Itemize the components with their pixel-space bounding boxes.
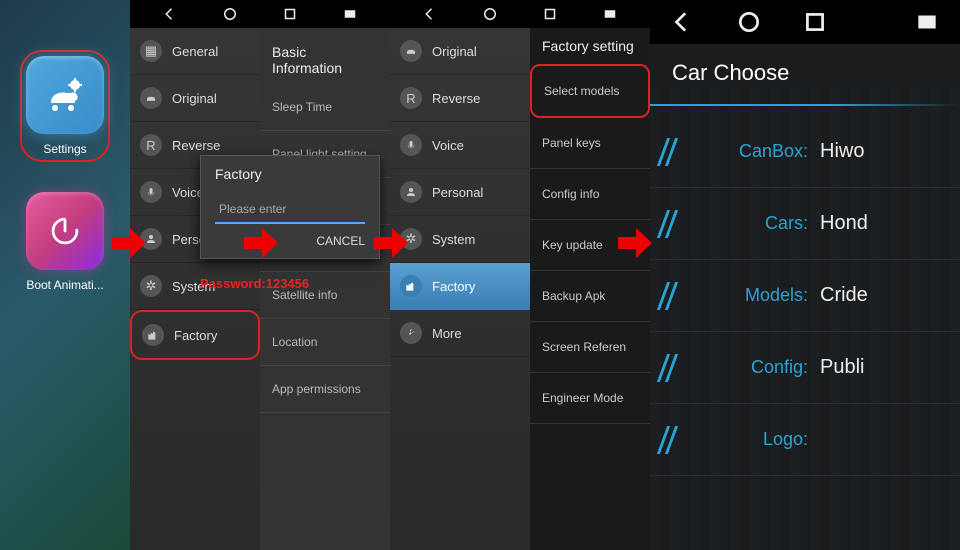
settings-panel-1: ▦General Original RReverse Voice Persona…: [130, 0, 390, 550]
menu-label: Reverse: [172, 138, 220, 153]
settings-app-label: Settings: [43, 142, 86, 156]
row-key: CanBox:: [698, 141, 808, 162]
row-key: Config:: [698, 357, 808, 378]
row-panel-keys[interactable]: Panel keys: [530, 118, 650, 169]
row-screen-reference[interactable]: Screen Referen: [530, 322, 650, 373]
back-icon[interactable]: [161, 5, 179, 23]
settings-sidebar: Original RReverse Voice Personal ✲System…: [390, 28, 530, 550]
recent-icon[interactable]: [541, 5, 559, 23]
reverse-icon: R: [140, 134, 162, 156]
menu-label: Voice: [432, 138, 464, 153]
car-icon: [140, 87, 162, 109]
menu-label: System: [432, 232, 475, 247]
menu-label: More: [432, 326, 462, 341]
boot-animation-icon: [26, 192, 104, 270]
home-icon[interactable]: [736, 9, 762, 35]
row-key: Logo:: [698, 429, 808, 450]
factory-icon: [400, 275, 422, 297]
person-icon: [400, 181, 422, 203]
menu-label: Personal: [432, 185, 483, 200]
row-select-models[interactable]: Select models: [530, 64, 650, 118]
gear-icon: ✲: [140, 275, 162, 297]
reverse-icon: R: [400, 87, 422, 109]
menu-label: Original: [172, 91, 217, 106]
sidebar-item-reverse[interactable]: R Reverse: [390, 75, 530, 122]
android-navbar: [390, 0, 650, 28]
launcher-panel: Settings Boot Animati...: [0, 0, 130, 550]
row-value: Hond: [820, 212, 868, 235]
settings-app-icon: [26, 56, 104, 134]
row-key: Cars:: [698, 213, 808, 234]
car-choose-list: CanBox: Hiwo Cars: Hond Models: Cride Confi…: [650, 116, 960, 476]
settings-panel-2: Original RReverse Voice Personal ✲System…: [390, 0, 650, 550]
general-icon: ▦: [140, 40, 162, 62]
sidebar-item-personal[interactable]: Personal: [390, 169, 530, 216]
step-arrow-4: [614, 222, 656, 269]
sidebar-item-voice[interactable]: Voice: [390, 122, 530, 169]
factory-icon: [142, 324, 164, 346]
password-hint-overlay: Password:123456: [200, 276, 309, 291]
wrench-icon: [400, 322, 422, 344]
back-icon[interactable]: [421, 5, 439, 23]
cancel-button[interactable]: CANCEL: [316, 234, 365, 248]
sidebar-item-factory[interactable]: Factory: [130, 310, 260, 360]
step-arrow-1: [108, 222, 150, 269]
basic-info-header: Basic Information: [260, 36, 390, 84]
step-arrow-3: [370, 222, 412, 269]
car-icon: [400, 40, 422, 62]
car-choose-panel: Car Choose CanBox:Hiwo Cars:Hond Models:…: [650, 0, 960, 550]
gallery-icon[interactable]: [601, 5, 619, 23]
menu-label: Reverse: [432, 91, 480, 106]
menu-label: Original: [432, 44, 477, 59]
mic-icon: [400, 134, 422, 156]
boot-animation-app[interactable]: Boot Animati...: [26, 192, 104, 292]
sidebar-item-more[interactable]: More: [390, 310, 530, 357]
home-icon[interactable]: [481, 5, 499, 23]
factory-password-dialog: Factory Please enter CANCEL: [200, 155, 380, 259]
row-models[interactable]: Models: Cride: [650, 260, 960, 332]
gallery-icon[interactable]: [341, 5, 359, 23]
recent-icon[interactable]: [802, 9, 828, 35]
row-value: Publi: [820, 356, 864, 379]
menu-label: Factory: [174, 328, 217, 343]
row-config-info[interactable]: Config info: [530, 169, 650, 220]
home-icon[interactable]: [221, 5, 239, 23]
recent-icon[interactable]: [281, 5, 299, 23]
row-value: Cride: [820, 284, 868, 307]
row-key: Models:: [698, 285, 808, 306]
row-app-permissions[interactable]: App permissions: [260, 366, 390, 413]
boot-animation-label: Boot Animati...: [26, 278, 103, 292]
factory-settings-header: Factory setting: [530, 28, 650, 64]
password-input[interactable]: Please enter: [215, 196, 365, 224]
row-cars[interactable]: Cars: Hond: [650, 188, 960, 260]
android-navbar: [650, 0, 960, 44]
sidebar-item-original[interactable]: Original: [390, 28, 530, 75]
menu-label: General: [172, 44, 218, 59]
dialog-title: Factory: [201, 156, 379, 192]
gallery-icon[interactable]: [914, 9, 940, 35]
row-canbox[interactable]: CanBox: Hiwo: [650, 116, 960, 188]
sidebar-item-factory[interactable]: Factory: [390, 263, 530, 310]
row-backup-apk[interactable]: Backup Apk: [530, 271, 650, 322]
android-navbar: [130, 0, 390, 28]
sidebar-item-general[interactable]: ▦ General: [130, 28, 260, 75]
row-location[interactable]: Location: [260, 319, 390, 366]
settings-app[interactable]: Settings: [20, 50, 110, 162]
mic-icon: [140, 181, 162, 203]
back-icon[interactable]: [670, 9, 696, 35]
step-arrow-2: [240, 222, 282, 269]
menu-label: Factory: [432, 279, 475, 294]
row-logo[interactable]: Logo:: [650, 404, 960, 476]
row-engineer-mode[interactable]: Engineer Mode: [530, 373, 650, 424]
row-value: Hiwo: [820, 140, 864, 163]
sidebar-item-original[interactable]: Original: [130, 75, 260, 122]
row-config[interactable]: Config: Publi: [650, 332, 960, 404]
factory-settings-list: Factory setting Select models Panel keys…: [530, 28, 650, 550]
row-sleep-time[interactable]: Sleep Time: [260, 84, 390, 131]
